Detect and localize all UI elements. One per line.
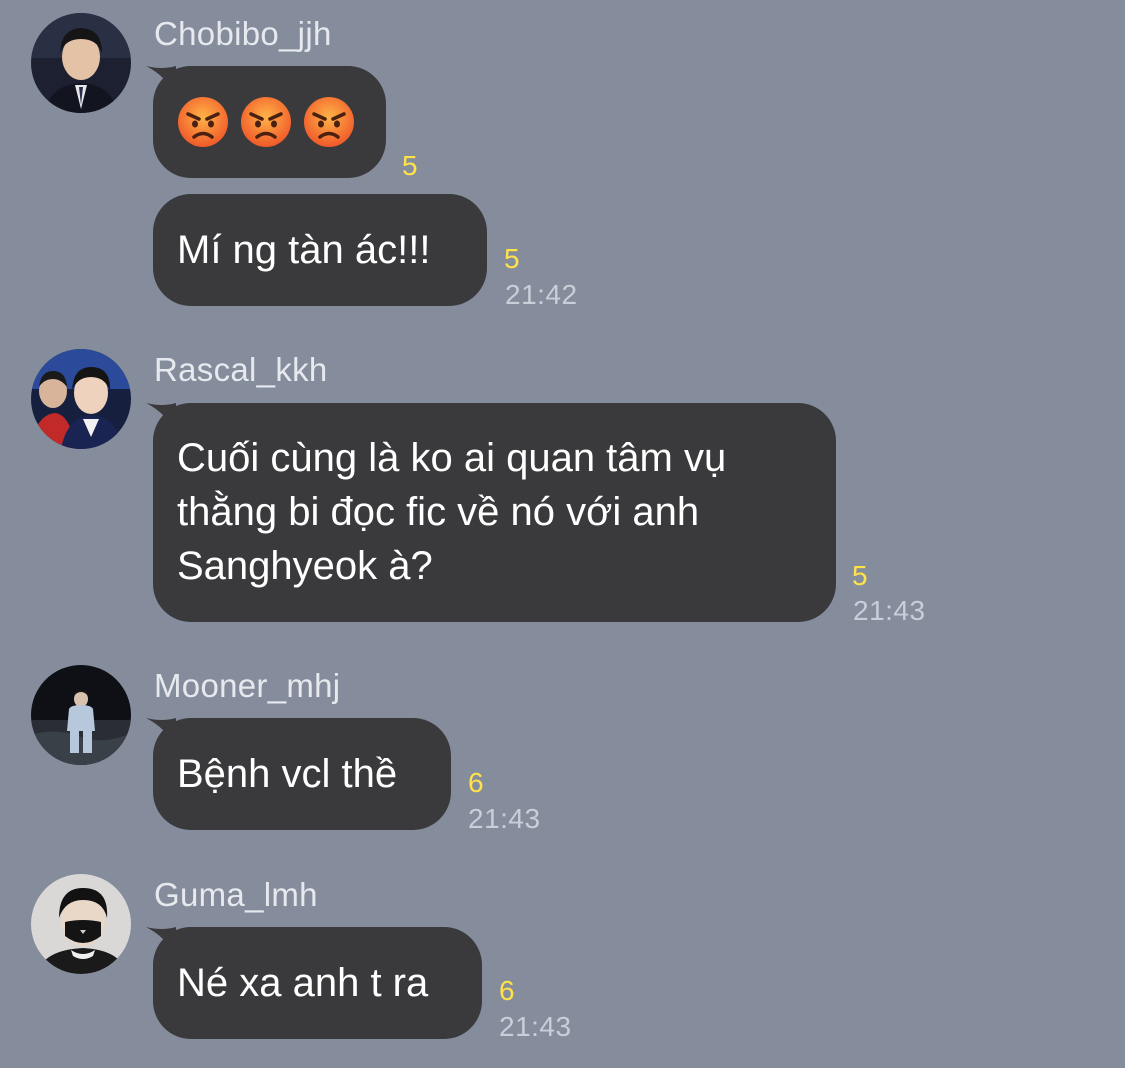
- angry-face-emoji-icon: [178, 97, 228, 147]
- sender-name: Mooner_mhj: [154, 667, 341, 704]
- profile-photo-icon: [31, 665, 131, 765]
- message-text: Bệnh vcl thề: [177, 752, 398, 796]
- angry-face-emoji-icon: [304, 97, 354, 147]
- message-time: 21:43: [853, 595, 926, 626]
- read-count: 6: [468, 767, 484, 798]
- message-bubble[interactable]: Né xa anh t ra: [153, 927, 482, 1039]
- message-time: 21:43: [499, 1011, 572, 1042]
- profile-photo-icon: [31, 13, 131, 113]
- message-bubble[interactable]: Bệnh vcl thề: [153, 718, 451, 830]
- read-count: 5: [852, 560, 868, 591]
- read-count: 5: [504, 243, 520, 274]
- sender-name: Chobibo_jjh: [154, 15, 332, 52]
- angry-face-emoji-icon: [241, 97, 291, 147]
- message-bubble[interactable]: [153, 66, 386, 178]
- avatar-rascal[interactable]: [31, 349, 131, 449]
- sender-name: Guma_lmh: [154, 876, 318, 913]
- avatar-guma[interactable]: [31, 874, 131, 974]
- message-text-line: Cuối cùng là ko ai quan tâm vụ: [177, 436, 727, 480]
- sender-name: Rascal_kkh: [154, 351, 328, 388]
- profile-photo-icon: [31, 349, 131, 449]
- avatar-chobibo[interactable]: [31, 13, 131, 113]
- emoji-row: [177, 96, 355, 148]
- message-text: Mí ng tàn ác!!!: [177, 228, 431, 272]
- message-bubble[interactable]: Cuối cùng là ko ai quan tâm vụ thằng bi …: [153, 403, 836, 622]
- read-count: 5: [402, 150, 418, 181]
- profile-photo-icon: [31, 874, 131, 974]
- message-text: Né xa anh t ra: [177, 961, 429, 1005]
- read-count: 6: [499, 975, 515, 1006]
- message-time: 21:43: [468, 803, 541, 834]
- message-text-line: Sanghyeok à?: [177, 544, 433, 588]
- message-text-line: thằng bi đọc fic về nó với anh: [177, 490, 700, 534]
- avatar-mooner[interactable]: [31, 665, 131, 765]
- message-time: 21:42: [505, 279, 578, 310]
- message-bubble[interactable]: Mí ng tàn ác!!!: [153, 194, 487, 306]
